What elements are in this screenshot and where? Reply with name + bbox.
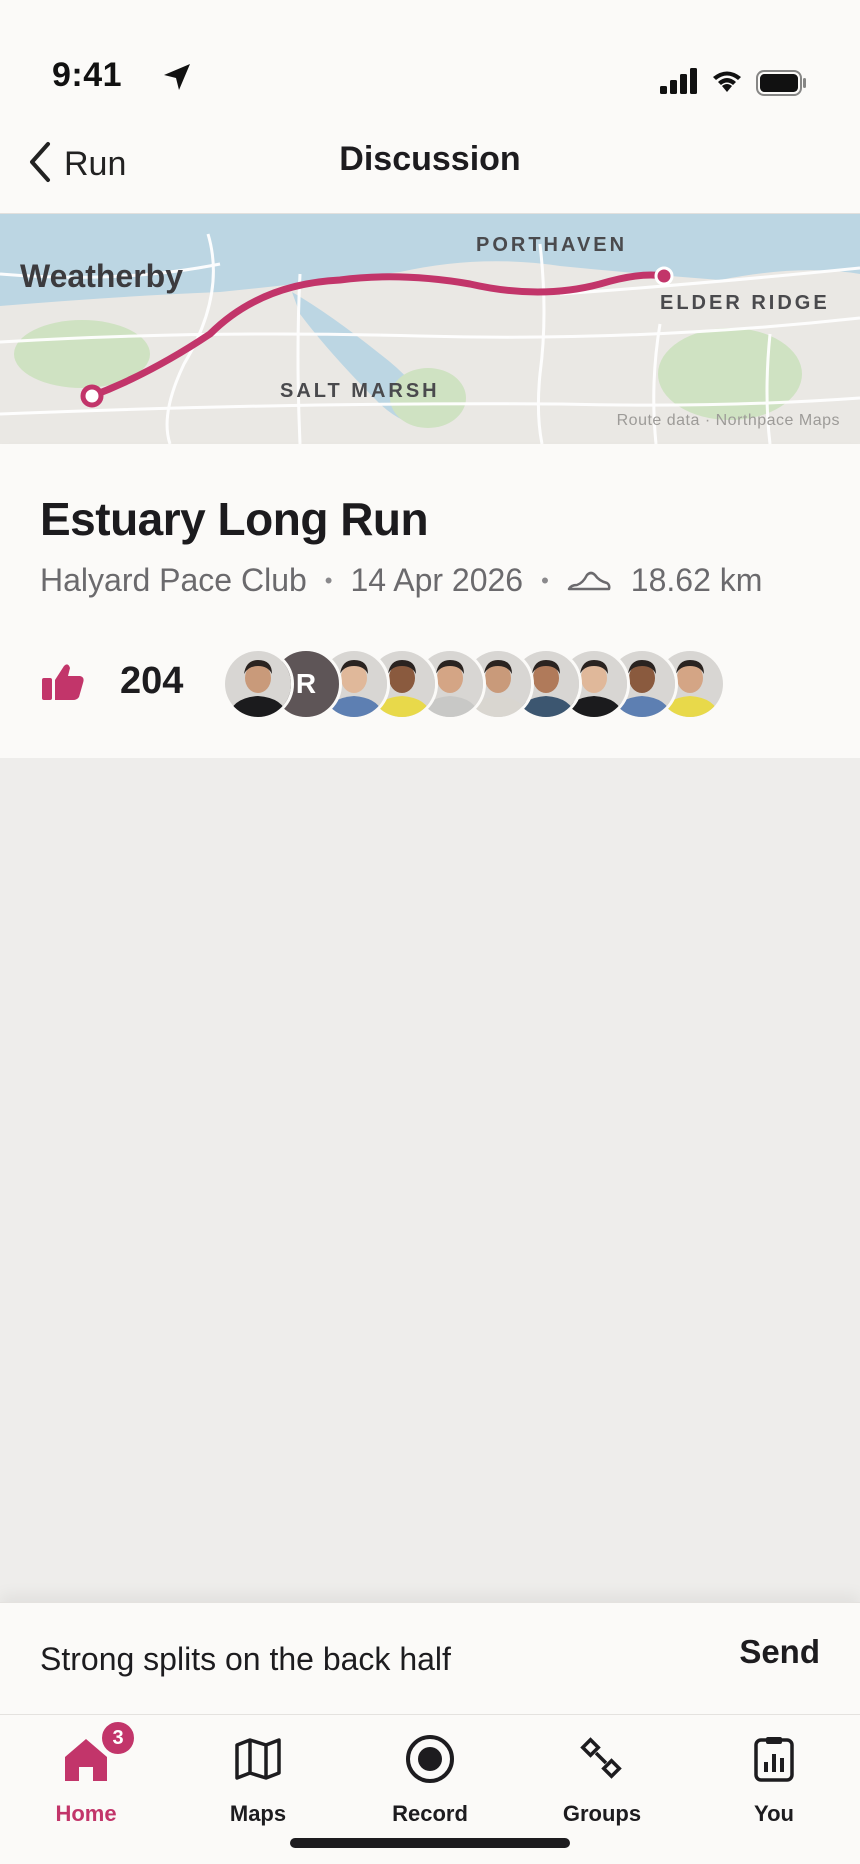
comment-input[interactable] (40, 1629, 680, 1689)
activity-title: Estuary Long Run (40, 493, 429, 545)
tab-label: Groups (562, 1801, 642, 1826)
meta-separator: • (541, 567, 549, 593)
map-label-south: SALT MARSH (280, 380, 440, 402)
tab-record[interactable]: Record (350, 1733, 510, 1843)
tab-label: Maps (229, 1801, 287, 1826)
location-arrow-icon (162, 62, 192, 97)
battery-icon (756, 70, 808, 101)
navigation-bar: Run Discussion (0, 116, 860, 214)
wifi-icon (712, 70, 742, 99)
tab-groups[interactable]: Groups (522, 1733, 682, 1843)
avatar-photo (225, 651, 291, 717)
map-attribution: Route data · Northpace Maps (616, 412, 840, 429)
comment-composer: Send (0, 1602, 860, 1714)
tab-label: Home (55, 1801, 117, 1826)
map-label-city: Weatherby (20, 258, 184, 294)
page-title: Discussion (339, 140, 521, 178)
tab-label: Record (392, 1801, 468, 1826)
activity-meta: Halyard Pace Club • 14 Apr 2026 • 18.62 … (40, 562, 762, 599)
shoe-icon (567, 567, 611, 595)
thumbs-up-icon[interactable] (40, 662, 86, 702)
map-label-east: ELDER RIDGE (660, 292, 830, 314)
activity-distance: 18.62 km (630, 562, 763, 598)
status-time: 9:41 (52, 56, 123, 94)
stats-icon (753, 1736, 795, 1787)
club-name[interactable]: Halyard Pace Club (40, 562, 307, 599)
kudos-count: 204 (120, 660, 184, 702)
tab-label: You (754, 1801, 794, 1826)
meta-separator: • (324, 567, 333, 593)
kudos-avatar[interactable] (222, 648, 294, 720)
map-icon (234, 1737, 282, 1786)
activity-card: Estuary Long Run Halyard Pace Club • 14 … (0, 444, 860, 758)
tab-maps[interactable]: Maps (178, 1733, 338, 1843)
activity-date: 14 Apr 2026 (350, 562, 524, 598)
status-bar: 9:41 (0, 0, 860, 116)
kudos-row: 204 (40, 660, 183, 703)
groups-icon (579, 1736, 625, 1787)
comments-area (0, 758, 860, 1602)
notification-badge: 3 (99, 1719, 137, 1757)
map-canvas (0, 214, 860, 444)
tab-you[interactable]: You (694, 1733, 854, 1843)
cellular-signal-icon (660, 68, 698, 99)
route-map[interactable]: Weatherby PORTHAVEN ELDER RIDGE SALT MAR… (0, 214, 860, 444)
tab-home[interactable]: 3 Home (6, 1719, 166, 1843)
send-button[interactable]: Send (739, 1633, 820, 1671)
map-label-north: PORTHAVEN (476, 234, 628, 256)
home-indicator (290, 1838, 570, 1848)
record-icon (404, 1733, 456, 1790)
